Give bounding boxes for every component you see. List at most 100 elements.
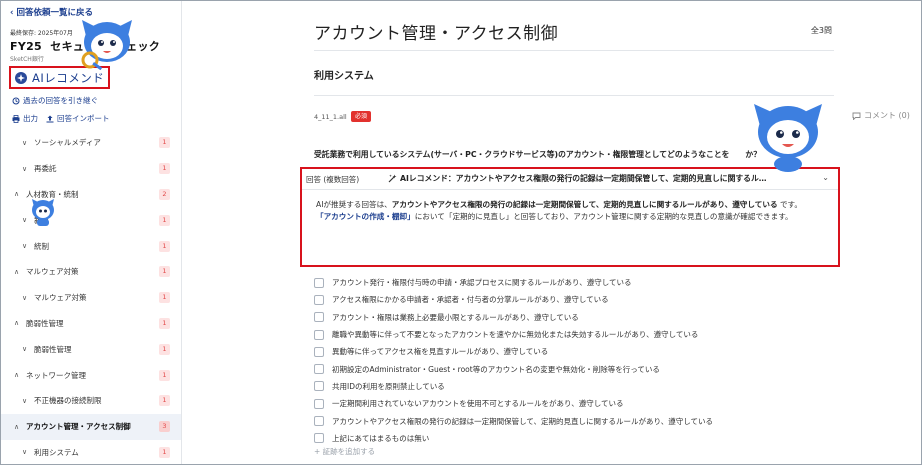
option-checkbox[interactable] bbox=[314, 433, 324, 444]
option-checkbox[interactable] bbox=[314, 312, 324, 323]
sidebar-nav-item[interactable]: ∨ 統制 1 bbox=[1, 233, 181, 259]
sidebar-nav-label: マルウェア対策 bbox=[26, 267, 79, 277]
count-badge: 1 bbox=[159, 395, 170, 407]
chevron-down-icon[interactable]: ∨ bbox=[22, 397, 27, 405]
chevron-left-icon: ‹ bbox=[10, 8, 14, 18]
sidebar-nav-label: ソーシャルメディア bbox=[34, 138, 101, 148]
chevron-down-icon[interactable]: ∨ bbox=[22, 345, 27, 353]
question-total: 全3問 bbox=[810, 26, 832, 35]
sidebar-nav-item[interactable]: ∨ マルウェア対策 1 bbox=[1, 285, 181, 311]
sidebar-nav-item[interactable]: ∧ アカウント管理・アクセス制御 3 bbox=[1, 413, 181, 440]
answer-panel-header[interactable]: 回答 (複数回答) AIレコメンド：アカウントやアクセス権限の発行の記録は一定期… bbox=[302, 169, 838, 190]
ai-recommend-panel: 回答 (複数回答) AIレコメンド：アカウントやアクセス権限の発行の記録は一定期… bbox=[300, 167, 840, 267]
chevron-up-icon[interactable]: ∧ bbox=[14, 190, 19, 198]
option-checkbox[interactable] bbox=[314, 346, 324, 357]
main-content: アカウント管理・アクセス制御 全3問 利用システム 4_11_1.all 必須 … bbox=[300, 0, 910, 465]
answer-option[interactable]: アカウントやアクセス権限の発行の記録は一定期間保管して、定期的見直しに関するルー… bbox=[314, 412, 834, 429]
count-badge: 1 bbox=[159, 369, 170, 381]
option-checkbox[interactable] bbox=[314, 329, 324, 340]
chevron-down-icon[interactable]: ∨ bbox=[22, 448, 27, 456]
option-label: 共用IDの利用を原則禁止している bbox=[332, 381, 445, 391]
chevron-down-icon[interactable]: ∨ bbox=[22, 139, 27, 147]
last-saved-label: 最終保存: 2025年07月 bbox=[10, 30, 73, 37]
sidebar-nav-item[interactable]: ∨ 利用システム 1 bbox=[1, 440, 181, 464]
option-checkbox[interactable] bbox=[314, 294, 324, 305]
option-label: アクセス権限にかかる申請者・承認者・付与者の分掌ルールがあり、遵守している bbox=[332, 295, 609, 305]
divider bbox=[314, 50, 834, 51]
chevron-up-icon[interactable]: ∧ bbox=[14, 423, 19, 431]
answer-option[interactable]: アクセス権限にかかる申請者・承認者・付与者の分掌ルールがあり、遵守している bbox=[314, 291, 834, 308]
sidebar-nav-label: 不正機器の接続制限 bbox=[34, 396, 102, 406]
reference-link[interactable]: 「アカウントの作成・棚卸」 bbox=[316, 212, 415, 221]
chevron-up-icon[interactable]: ∧ bbox=[14, 371, 19, 379]
option-label: 上記にあてはまるものは無い bbox=[332, 433, 430, 443]
ai-sparkle-icon bbox=[15, 71, 27, 84]
chevron-up-icon[interactable]: ∧ bbox=[14, 268, 19, 276]
sidebar-nav-item[interactable]: ∨ 不正機器の接続制限 1 bbox=[1, 388, 181, 414]
sidebar-nav-item[interactable]: ∧ 脆弱性管理 1 bbox=[1, 311, 181, 337]
sidebar-nav-item[interactable]: ∨教育1 bbox=[1, 207, 181, 233]
chevron-down-icon[interactable]: ∨ bbox=[22, 242, 27, 250]
option-label: 初期設定のAdministrator・Guest・root等のアカウント名の変更… bbox=[332, 364, 660, 374]
count-badge: 1 bbox=[159, 292, 170, 304]
sidebar-nav-label: ネットワーク管理 bbox=[26, 370, 86, 380]
chevron-down-icon[interactable]: ∨ bbox=[22, 165, 27, 173]
chevron-down-icon[interactable]: ∨ bbox=[22, 216, 27, 224]
sidebar-nav-label: 利用システム bbox=[34, 447, 79, 457]
count-badge: 1 bbox=[159, 343, 170, 355]
option-label: 異動等に伴ってアクセス権を見直すルールがあり、遵守している bbox=[332, 347, 549, 357]
section-title: 利用システム bbox=[314, 71, 374, 82]
option-label: アカウントやアクセス権限の発行の記録は一定期間保管して、定期的見直しに関するルー… bbox=[332, 416, 713, 426]
count-badge: 1 bbox=[159, 446, 170, 458]
sidebar-nav-item[interactable]: ∨ 脆弱性管理 1 bbox=[1, 336, 181, 362]
sidebar-nav-item[interactable]: ∧ 人材教育・統制 2 bbox=[1, 182, 181, 208]
option-checkbox[interactable] bbox=[314, 277, 324, 288]
answer-option[interactable]: 一定期間利用されていないアカウントを使用不可とするルールをがあり、遵守している bbox=[314, 395, 834, 412]
import-button[interactable]: 回答インポート bbox=[46, 113, 110, 124]
add-evidence-button[interactable]: + 証跡を追加する bbox=[314, 446, 375, 457]
export-button[interactable]: 出力 bbox=[12, 113, 38, 124]
count-badge: 1 bbox=[159, 317, 170, 329]
answer-option[interactable]: 離職や異動等に伴って不要となったアカウントを速やかに無効化または失効するルールが… bbox=[314, 326, 834, 343]
sidebar-nav-item[interactable]: ∨ 再委託 1 bbox=[1, 156, 181, 182]
sidebar-nav-label: アカウント管理・アクセス制御 bbox=[26, 422, 131, 432]
option-label: アカウント・権限は業務上必要最小限とするルールがあり、遵守している bbox=[332, 312, 579, 322]
comment-icon bbox=[852, 112, 861, 120]
chevron-down-icon[interactable]: ∨ bbox=[22, 294, 27, 302]
upload-icon bbox=[46, 115, 54, 122]
organization-name: SketCH銀行 bbox=[10, 56, 44, 63]
chevron-up-icon[interactable]: ∧ bbox=[14, 319, 19, 327]
answer-option[interactable]: 初期設定のAdministrator・Guest・root等のアカウント名の変更… bbox=[314, 360, 834, 377]
sidebar-nav-label: 脆弱性管理 bbox=[26, 318, 64, 328]
sidebar-nav-label: 脆弱性管理 bbox=[34, 344, 72, 354]
required-badge: 必須 bbox=[351, 111, 372, 122]
ai-sparkle-icon bbox=[388, 174, 397, 183]
option-checkbox[interactable] bbox=[314, 416, 324, 427]
answer-option[interactable]: アカウント・権限は業務上必要最小限とするルールがあり、遵守している bbox=[314, 309, 834, 326]
count-badge: 1 bbox=[159, 240, 170, 252]
sidebar-nav-item[interactable]: ∧ マルウェア対策 1 bbox=[1, 259, 181, 285]
sidebar-nav-item[interactable]: ∧ ネットワーク管理 1 bbox=[1, 362, 181, 388]
question-id: 4_11_1.all bbox=[314, 113, 347, 121]
print-icon bbox=[12, 114, 20, 123]
count-badge: 3 bbox=[159, 421, 170, 433]
option-checkbox[interactable] bbox=[314, 381, 324, 392]
carry-over-button[interactable]: 過去の回答を引き継ぐ bbox=[12, 95, 98, 106]
section-nav: ∨ソーシャルメディア1∨再委託1∧人材教育・統制2∨教育1∨統制1∧マルウェア対… bbox=[1, 130, 181, 464]
mascot-character bbox=[754, 104, 822, 172]
count-badge: 1 bbox=[159, 214, 170, 226]
option-checkbox[interactable] bbox=[314, 364, 324, 375]
answer-option[interactable]: 共用IDの利用を原則禁止している bbox=[314, 378, 834, 395]
answer-option[interactable]: 上記にあてはまるものは無い bbox=[314, 430, 834, 447]
chevron-down-icon[interactable]: ⌄ bbox=[822, 173, 829, 182]
sidebar: ‹ 回答依頼一覧に戻る 最終保存: 2025年07月 FY25 セキュ ェック Sk… bbox=[1, 1, 182, 464]
divider bbox=[314, 95, 834, 96]
sidebar-nav-item[interactable]: ∨ ソーシャルメディア 1 bbox=[1, 130, 181, 156]
option-label: 一定期間利用されていないアカウントを使用不可とするルールをがあり、遵守している bbox=[332, 399, 624, 409]
answer-option[interactable]: アカウント発行・権限付与時の申請・承認プロセスに関するルールがあり、遵守している bbox=[314, 274, 834, 291]
option-checkbox[interactable] bbox=[314, 398, 324, 409]
answer-option[interactable]: 異動等に伴ってアクセス権を見直すルールがあり、遵守している bbox=[314, 343, 834, 360]
comment-button[interactable]: コメント (0) bbox=[852, 110, 910, 121]
sidebar-nav-label: 統制 bbox=[34, 241, 49, 251]
page-title: アカウント管理・アクセス制御 bbox=[314, 24, 559, 44]
